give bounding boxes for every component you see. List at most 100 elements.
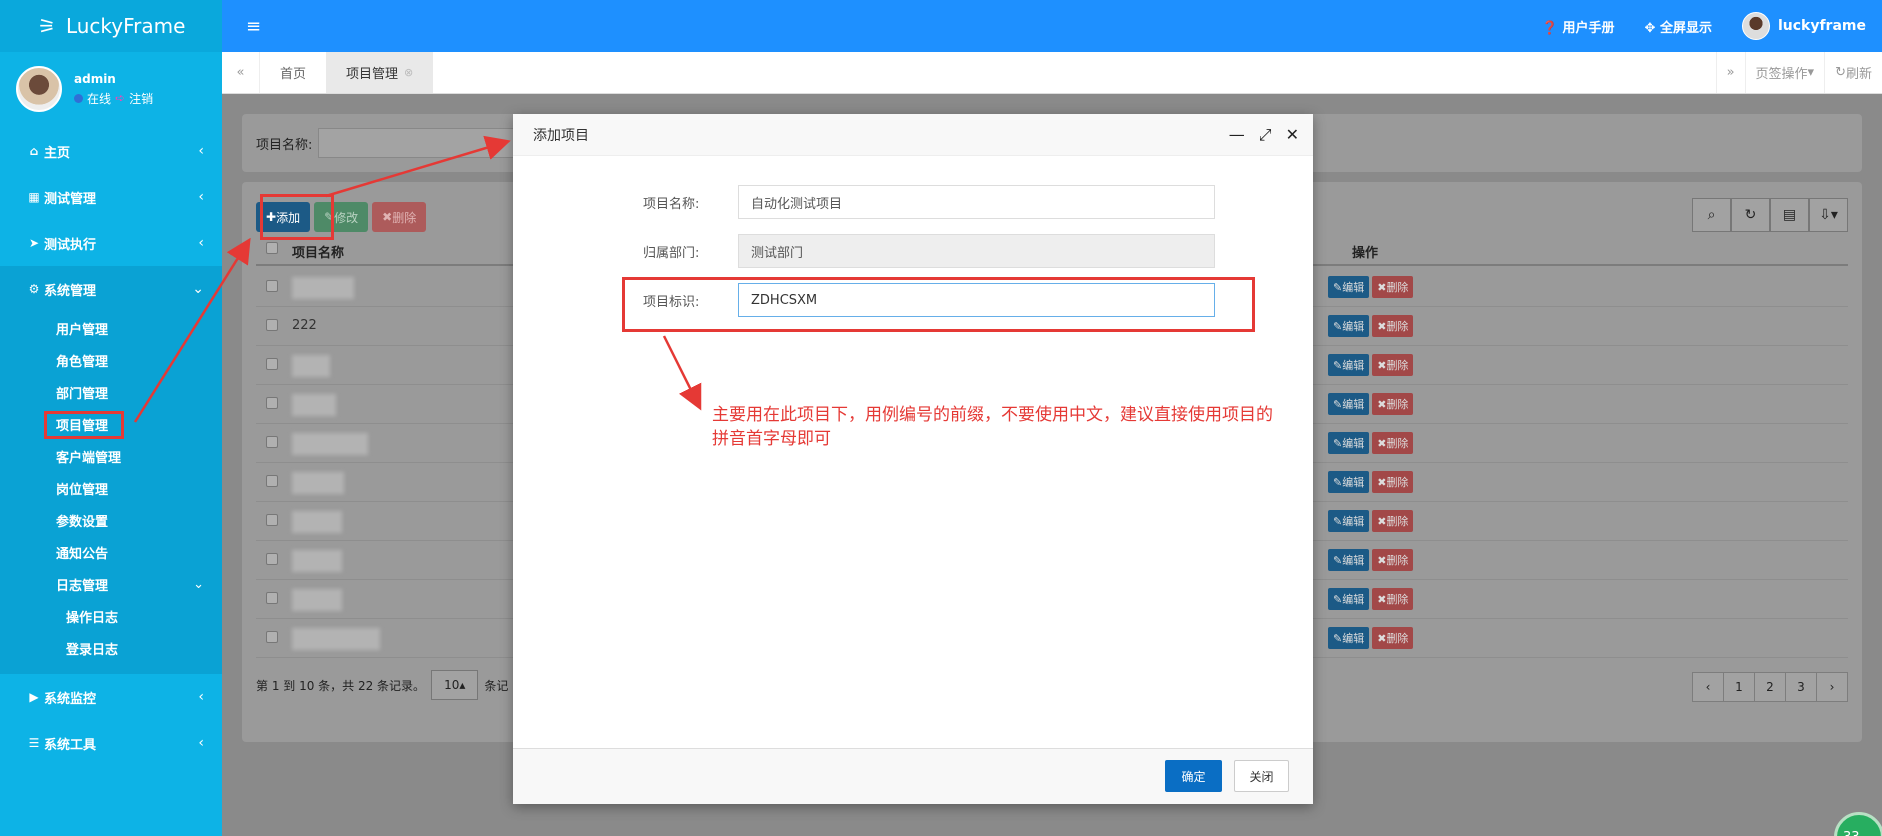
edit-icon: ✎ [1333, 358, 1343, 372]
projects-highlight-box [44, 411, 124, 439]
floating-badge[interactable]: 33 [1834, 812, 1882, 836]
sidebar-item-params[interactable]: 参数设置 [0, 504, 222, 536]
sidebar-item-roles[interactable]: 角色管理 [0, 344, 222, 376]
close-button[interactable]: 关闭 [1234, 760, 1289, 792]
department-field[interactable]: 测试部门 [738, 234, 1215, 268]
row-checkbox[interactable] [266, 280, 278, 292]
close-icon[interactable]: ✕ [1286, 125, 1299, 145]
sidebar-item-logs[interactable]: 日志管理 ⌄ [0, 568, 222, 600]
row-checkbox[interactable] [266, 436, 278, 448]
sidebar-item-users[interactable]: 用户管理 [0, 312, 222, 344]
department-label: 归属部门: [643, 246, 700, 261]
minimize-icon[interactable]: — [1229, 125, 1245, 145]
row-delete-button[interactable]: ✖ 删除 [1372, 549, 1414, 571]
refresh-icon[interactable]: ↻ [1731, 198, 1770, 232]
page-prev[interactable]: ‹ [1692, 672, 1724, 702]
row-checkbox[interactable] [266, 358, 278, 370]
app-title: LuckyFrame [65, 14, 186, 38]
row-delete-button[interactable]: ✖ 删除 [1372, 354, 1414, 376]
edit-icon: ✎ [1333, 436, 1343, 450]
row-delete-label: 删除 [1386, 437, 1409, 450]
row-delete-button[interactable]: ✖ 删除 [1372, 588, 1414, 610]
sidebar-item-home[interactable]: ⌂ 主页 ‹ [0, 128, 222, 174]
row-delete-button[interactable]: ✖ 删除 [1372, 510, 1414, 532]
sidebar-item-test-exec[interactable]: ➤ 测试执行 ‹ [0, 220, 222, 266]
page-size-select[interactable]: 10 ▴ [431, 670, 479, 700]
page-2[interactable]: 2 [1754, 672, 1786, 702]
page-next[interactable]: › [1816, 672, 1848, 702]
close-icon[interactable]: ⊗ [404, 66, 413, 79]
sidebar-item-projects[interactable]: 项目管理 [0, 408, 222, 440]
logout-link[interactable]: 注销 [129, 90, 153, 107]
sidebar-item-label: 参数设置 [56, 514, 109, 530]
app-logo[interactable]: ⚞ LuckyFrame [0, 0, 222, 52]
page-1[interactable]: 1 [1723, 672, 1755, 702]
sidebar-item-monitor[interactable]: ▶ 系统监控 ‹ [0, 674, 222, 720]
user-manual-link[interactable]: ❓ 用户手册 [1542, 17, 1615, 36]
sidebar-item-notices[interactable]: 通知公告 [0, 536, 222, 568]
fullscreen-label: 全屏显示 [1659, 20, 1712, 36]
sidebar-item-oper-log[interactable]: 操作日志 [0, 600, 222, 632]
tab-project-mgmt[interactable]: 项目管理 ⊗ [326, 52, 434, 93]
chevron-left-icon: ‹ [198, 689, 204, 705]
row-edit-button[interactable]: ✎ 编辑 [1328, 510, 1370, 532]
search-icon[interactable]: ⌕ [1692, 198, 1731, 232]
row-delete-label: 删除 [1386, 632, 1409, 645]
row-delete-button[interactable]: ✖ 删除 [1372, 315, 1414, 337]
project-name-field[interactable]: 自动化测试项目 [738, 185, 1215, 219]
row-edit-label: 编辑 [1342, 320, 1365, 333]
row-edit-button[interactable]: ✎ 编辑 [1328, 471, 1370, 493]
row-edit-button[interactable]: ✎ 编辑 [1328, 432, 1370, 454]
confirm-button[interactable]: 确定 [1165, 760, 1222, 792]
sidebar-item-tools[interactable]: ☰ 系统工具 ‹ [0, 720, 222, 766]
video-icon: ▶ [29, 690, 39, 704]
row-edit-button[interactable]: ✎ 编辑 [1328, 588, 1370, 610]
export-icon[interactable]: ⇩▾ [1809, 198, 1848, 232]
row-delete-button[interactable]: ✖ 删除 [1372, 393, 1414, 415]
modal-header: 添加项目 — ⤢ ✕ [513, 114, 1313, 156]
row-checkbox[interactable] [266, 514, 278, 526]
row-checkbox[interactable] [266, 553, 278, 565]
row-delete-button[interactable]: ✖ 删除 [1372, 471, 1414, 493]
sidebar-item-posts[interactable]: 岗位管理 [0, 472, 222, 504]
sidebar-item-departments[interactable]: 部门管理 [0, 376, 222, 408]
row-delete-label: 删除 [1386, 281, 1409, 294]
tab-home[interactable]: 首页 [260, 52, 326, 93]
chevron-down-icon: ⌄ [192, 281, 204, 297]
row-delete-button[interactable]: ✖ 删除 [1372, 432, 1414, 454]
row-edit-button[interactable]: ✎ 编辑 [1328, 315, 1370, 337]
row-edit-button[interactable]: ✎ 编辑 [1328, 549, 1370, 571]
sidebar-item-login-log[interactable]: 登录日志 [0, 632, 222, 664]
menu-toggle-icon[interactable]: ≡ [246, 16, 261, 37]
delete-button[interactable]: ✖ 删除 [372, 202, 427, 232]
page-3[interactable]: 3 [1785, 672, 1817, 702]
sidebar-item-test-mgmt[interactable]: ▦ 测试管理 ‹ [0, 174, 222, 220]
tab-scroll-right-icon[interactable]: » [1715, 52, 1745, 93]
row-edit-button[interactable]: ✎ 编辑 [1328, 276, 1370, 298]
row-checkbox[interactable] [266, 319, 278, 331]
tab-scroll-left-icon[interactable]: « [222, 52, 260, 93]
maximize-icon[interactable]: ⤢ [1259, 125, 1272, 145]
fullscreen-link[interactable]: ✥ 全屏显示 [1645, 17, 1712, 36]
row-edit-button[interactable]: ✎ 编辑 [1328, 354, 1370, 376]
user-menu[interactable]: luckyframe [1741, 12, 1866, 40]
top-navbar: ≡ ❓ 用户手册 ✥ 全屏显示 luckyframe [222, 0, 1882, 52]
row-checkbox[interactable] [266, 397, 278, 409]
row-delete-button[interactable]: ✖ 删除 [1372, 276, 1414, 298]
row-checkbox[interactable] [266, 592, 278, 604]
row-edit-button[interactable]: ✎ 编辑 [1328, 393, 1370, 415]
sidebar-item-label: 日志管理 [56, 578, 109, 594]
refresh-button[interactable]: ↻ 刷新 [1824, 52, 1882, 93]
row-edit-label: 编辑 [1342, 359, 1365, 372]
row-delete-button[interactable]: ✖ 删除 [1372, 627, 1414, 649]
row-edit-button[interactable]: ✎ 编辑 [1328, 627, 1370, 649]
project-name-search-input[interactable] [318, 128, 519, 158]
page-ops-dropdown[interactable]: 页签操作 ▾ [1744, 52, 1825, 93]
sidebar-item-clients[interactable]: 客户端管理 [0, 440, 222, 472]
grid-icon: ▦ [28, 190, 40, 204]
sidebar-item-system-mgmt[interactable]: ⚙ 系统管理 ⌄ [0, 266, 222, 312]
select-all-checkbox[interactable] [266, 242, 278, 254]
row-checkbox[interactable] [266, 631, 278, 643]
columns-icon[interactable]: ▤ [1770, 198, 1809, 232]
row-checkbox[interactable] [266, 475, 278, 487]
